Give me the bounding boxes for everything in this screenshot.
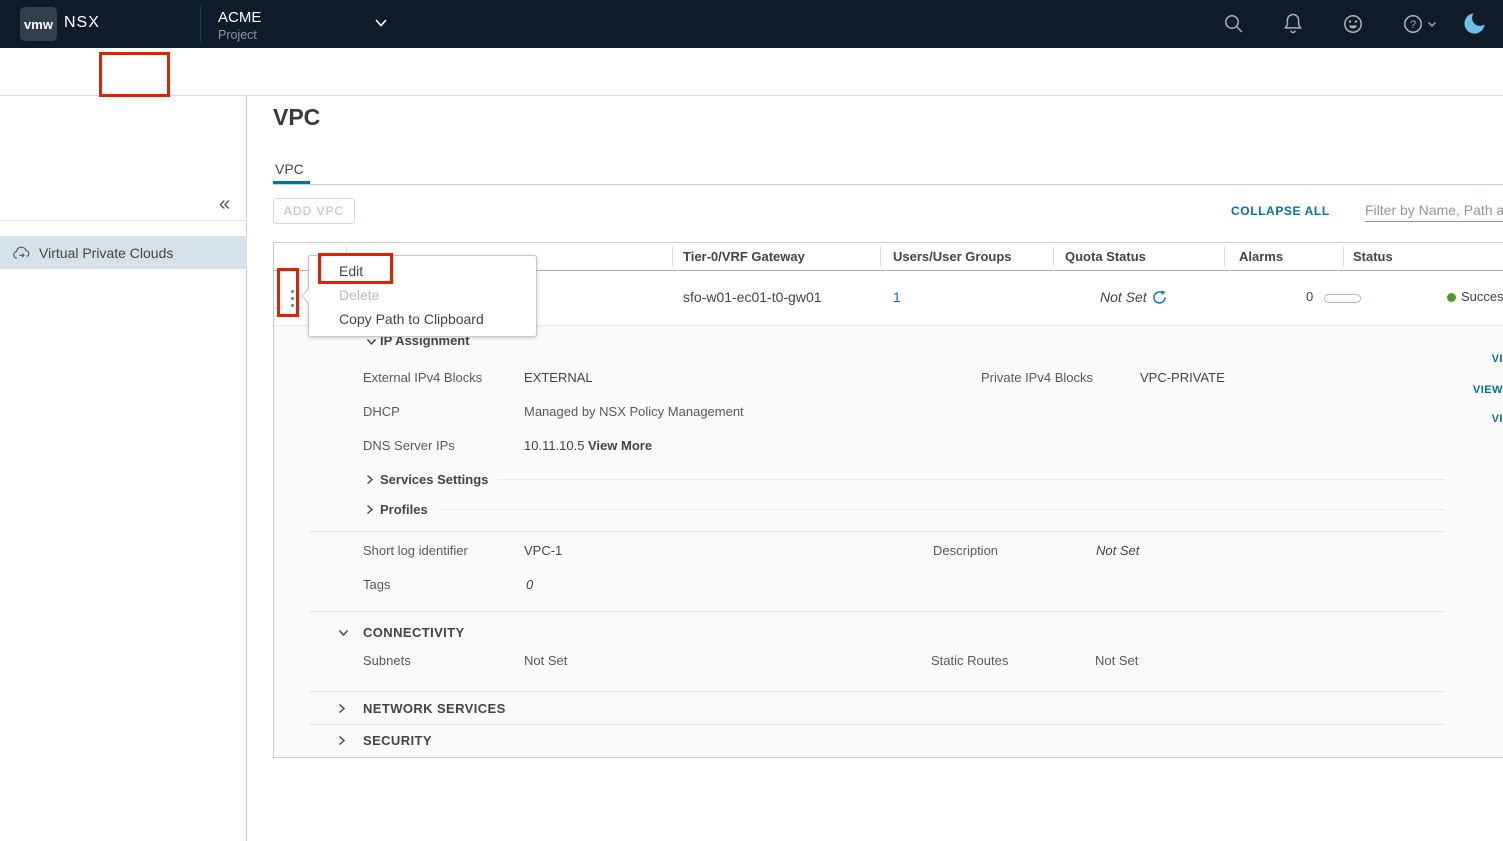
column-separator — [1053, 246, 1054, 266]
external-ipv4-link[interactable]: EXTERNAL — [524, 370, 593, 385]
column-header-tier0[interactable]: Tier-0/VRF Gateway — [683, 249, 805, 264]
sidebar: « Virtual Private Clouds — [0, 96, 247, 841]
dns-server-label: DNS Server IPs — [363, 438, 455, 453]
status-dot — [1447, 293, 1456, 302]
connectivity-chevron-down-icon[interactable] — [338, 629, 349, 637]
cloud-icon — [12, 246, 31, 260]
filter-input[interactable] — [1365, 198, 1503, 222]
refresh-icon[interactable] — [1152, 290, 1167, 305]
row-context-menu: Edit Delete Copy Path to Clipboard — [308, 255, 537, 337]
section-security[interactable]: SECURITY — [363, 733, 432, 748]
page-title: VPC — [273, 104, 320, 131]
help-icon[interactable]: ? — [1402, 13, 1424, 35]
column-header-status[interactable]: Status — [1353, 249, 1393, 264]
divider — [310, 724, 1445, 725]
column-header-users[interactable]: Users/User Groups — [893, 249, 1012, 264]
tags-label: Tags — [363, 577, 390, 592]
project-chevron-down-icon[interactable] — [374, 18, 388, 28]
view-link-truncated-3[interactable]: VI — [1492, 413, 1503, 425]
services-settings-chevron-right-icon[interactable] — [366, 474, 374, 485]
dhcp-value: Managed by NSX Policy Management — [524, 404, 744, 419]
column-separator — [1343, 246, 1344, 266]
subnets-label: Subnets — [363, 653, 411, 668]
cell-tier0-gateway: sfo-w01-ec01-t0-gw01 — [683, 289, 822, 305]
divider — [273, 184, 1503, 185]
vmware-logo-text: vmw — [24, 17, 53, 32]
section-connectivity[interactable]: CONNECTIVITY — [363, 625, 465, 640]
cell-quota-status: Not Set — [1100, 289, 1147, 305]
product-name: NSX — [64, 14, 100, 32]
divider — [310, 611, 1445, 612]
divider — [0, 220, 247, 221]
static-routes-value: Not Set — [1095, 653, 1138, 668]
divider — [497, 479, 1445, 480]
sidebar-collapse-icon[interactable]: « — [219, 193, 230, 216]
column-separator — [1224, 246, 1225, 266]
project-name[interactable]: ACME — [218, 9, 261, 26]
moon-icon[interactable] — [1461, 10, 1488, 37]
cell-status: Success — [1461, 289, 1503, 304]
menu-item-copy-path[interactable]: Copy Path to Clipboard — [339, 311, 484, 327]
divider — [310, 691, 1445, 692]
short-log-label: Short log identifier — [363, 543, 468, 558]
column-header-quota[interactable]: Quota Status — [1065, 249, 1146, 264]
dhcp-label: DHCP — [363, 404, 400, 419]
view-link-truncated-2[interactable]: VIEW — [1473, 384, 1503, 396]
external-ipv4-label: External IPv4 Blocks — [363, 370, 482, 385]
static-routes-label: Static Routes — [931, 653, 1008, 668]
alarms-progress-pill — [1324, 294, 1361, 303]
bell-icon[interactable] — [1282, 12, 1304, 35]
svg-text:?: ? — [1410, 19, 1416, 31]
view-link-truncated-1[interactable]: VI — [1492, 353, 1503, 365]
collapse-all-button[interactable]: COLLAPSE ALL — [1231, 204, 1330, 218]
security-chevron-right-icon[interactable] — [338, 735, 346, 746]
menu-item-delete: Delete — [339, 287, 379, 303]
profiles-chevron-right-icon[interactable] — [366, 504, 374, 515]
smiley-icon[interactable] — [1342, 13, 1364, 35]
row-detail-panel — [274, 326, 1503, 757]
sidebar-item-label: Virtual Private Clouds — [39, 245, 173, 261]
network-services-chevron-right-icon[interactable] — [338, 703, 346, 714]
short-log-value: VPC-1 — [524, 543, 562, 558]
divider — [200, 6, 201, 42]
description-value: Not Set — [1096, 543, 1139, 558]
search-icon[interactable] — [1223, 13, 1245, 35]
divider — [310, 531, 1445, 532]
vmware-logo[interactable]: vmw — [20, 7, 57, 41]
column-header-alarms[interactable]: Alarms — [1239, 249, 1283, 264]
description-label: Description — [933, 543, 998, 558]
subnets-value: Not Set — [524, 653, 567, 668]
project-type-label: Project — [218, 28, 257, 42]
divider — [273, 757, 1503, 758]
divider — [438, 509, 1445, 510]
private-ipv4-label: Private IPv4 Blocks — [981, 370, 1093, 385]
tab-vpc-inner[interactable]: VPC — [275, 161, 304, 177]
divider — [273, 242, 1503, 243]
cell-alarms-count: 0 — [1306, 289, 1313, 304]
main-tab-bar: Home VPCs Inventory — [0, 48, 1503, 96]
menu-item-edit[interactable]: Edit — [339, 263, 363, 279]
private-ipv4-link[interactable]: VPC-PRIVATE — [1140, 370, 1225, 385]
column-separator — [880, 246, 881, 266]
section-profiles[interactable]: Profiles — [380, 502, 428, 517]
cell-users-link[interactable]: 1 — [893, 289, 901, 305]
help-chevron-down-icon[interactable] — [1427, 21, 1437, 28]
top-navigation-bar: vmw NSX ACME Project ? — [0, 0, 1503, 48]
section-network-services[interactable]: NETWORK SERVICES — [363, 701, 506, 716]
section-services-settings[interactable]: Services Settings — [380, 472, 488, 487]
sidebar-item-virtual-private-clouds[interactable]: Virtual Private Clouds — [0, 236, 247, 269]
view-more-link[interactable]: View More — [588, 438, 652, 453]
add-vpc-button[interactable]: ADD VPC — [273, 198, 355, 224]
ip-assignment-chevron-down-icon[interactable] — [366, 338, 377, 346]
column-separator — [672, 246, 673, 266]
dns-server-value: 10.11.10.5 — [524, 438, 584, 453]
tags-value: 0 — [526, 577, 533, 592]
row-kebab-menu-icon[interactable] — [284, 285, 300, 311]
